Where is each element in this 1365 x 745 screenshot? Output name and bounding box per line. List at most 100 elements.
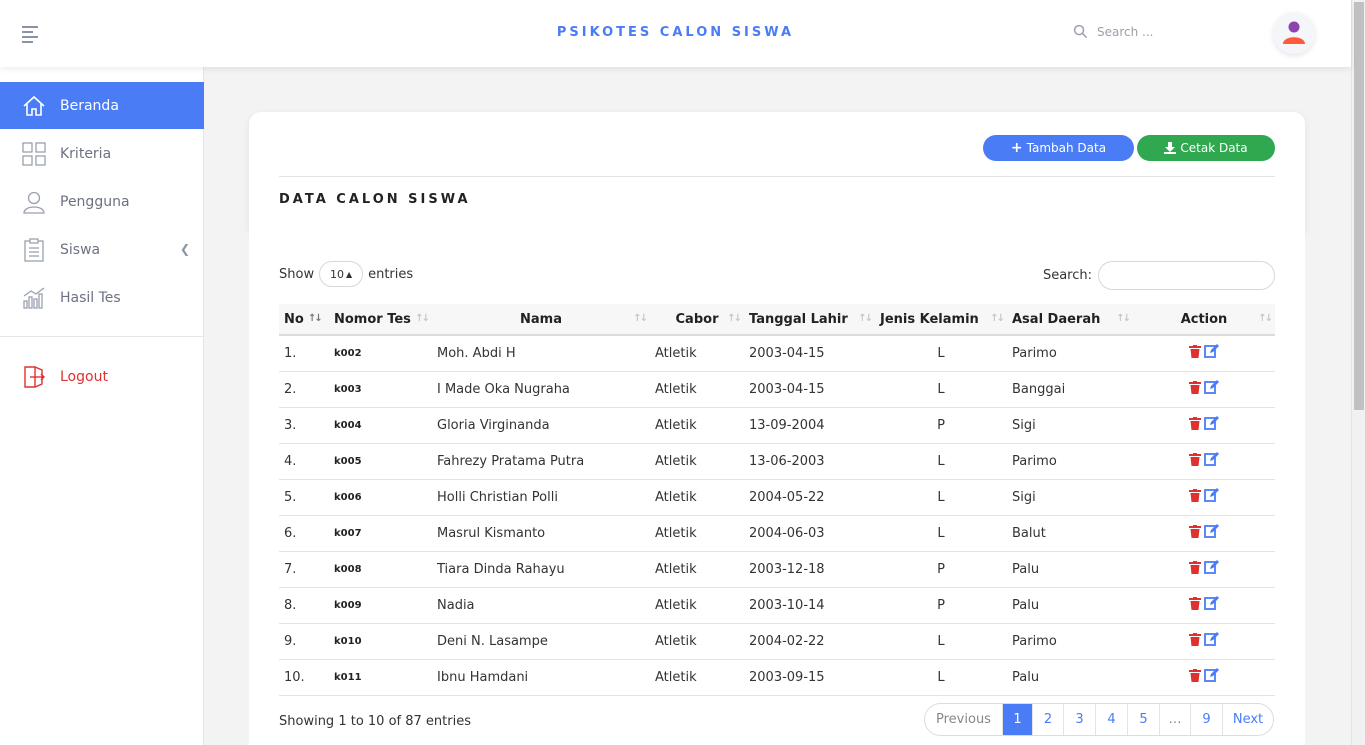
pagination-previous[interactable]: Previous xyxy=(925,704,1003,735)
column-label: Asal Daerah xyxy=(1012,311,1101,327)
cell-nama: Gloria Virginanda xyxy=(437,417,550,433)
delete-icon[interactable] xyxy=(1189,632,1201,650)
sidebar-item-logout[interactable]: Logout xyxy=(0,353,204,400)
cell-no: 2. xyxy=(284,381,297,397)
sidebar-item-label: Siswa xyxy=(60,241,101,258)
sidebar-item-siswa[interactable]: Siswa ❮ xyxy=(0,226,204,273)
cell-tanggal-lahir: 2003-04-15 xyxy=(749,345,825,361)
delete-icon[interactable] xyxy=(1189,416,1201,434)
column-header-nama[interactable]: Nama ↑↓ xyxy=(432,304,650,336)
delete-icon[interactable] xyxy=(1189,344,1201,362)
cell-nomor-tes: k004 xyxy=(334,419,362,431)
cell-asal-daerah: Parimo xyxy=(1012,633,1057,649)
delete-icon[interactable] xyxy=(1189,488,1201,506)
cell-tanggal-lahir: 2003-09-15 xyxy=(749,669,825,685)
table-search-input[interactable] xyxy=(1098,261,1275,290)
chevron-left-icon[interactable]: ❮ xyxy=(180,242,190,256)
cell-no: 1. xyxy=(284,345,297,361)
cell-asal-daerah: Balut xyxy=(1012,525,1046,541)
cell-action xyxy=(1133,623,1275,659)
sort-icon: ↑↓ xyxy=(1258,313,1273,324)
edit-icon[interactable] xyxy=(1204,668,1219,686)
pagination-page[interactable]: 5 xyxy=(1128,704,1160,735)
table-row: 2. k003 I Made Oka Nugraha Atletik 2003-04-1… xyxy=(279,371,1275,407)
column-header-cabor[interactable]: Cabor ↑↓ xyxy=(650,304,744,336)
column-header-jenis-kelamin[interactable]: Jenis Kelamin ↑↓ xyxy=(875,304,1007,336)
edit-icon[interactable] xyxy=(1204,344,1219,362)
cell-tanggal-lahir: 13-06-2003 xyxy=(749,453,825,469)
cell-nama: Masrul Kismanto xyxy=(437,525,546,541)
cell-asal-daerah: Sigi xyxy=(1012,489,1036,505)
data-table: No ↑↓ Nomor Tes ↑↓ Nama ↑↓ Cabor ↑↓ Tanggal … xyxy=(279,304,1275,696)
sort-icon: ↑↓ xyxy=(633,313,648,324)
table-info: Showing 1 to 10 of 87 entries xyxy=(279,714,471,729)
edit-icon[interactable] xyxy=(1204,596,1219,614)
sidebar-item-beranda[interactable]: Beranda xyxy=(0,82,204,129)
sort-icon: ↑↓ xyxy=(1116,313,1131,324)
entries-label: entries xyxy=(368,266,414,282)
edit-icon[interactable] xyxy=(1204,488,1219,506)
edit-icon[interactable] xyxy=(1204,560,1219,578)
cell-nomor-tes: k006 xyxy=(334,491,362,503)
cell-nama: I Made Oka Nugraha xyxy=(437,381,570,397)
edit-icon[interactable] xyxy=(1204,524,1219,542)
page-length-select[interactable]: 10 ▲ xyxy=(319,261,364,287)
cell-nomor-tes: k007 xyxy=(334,527,362,539)
cell-asal-daerah: Sigi xyxy=(1012,417,1036,433)
column-header-asal-daerah[interactable]: Asal Daerah ↑↓ xyxy=(1007,304,1133,336)
cell-no: 8. xyxy=(284,597,297,613)
sidebar-item-hasil-tes[interactable]: Hasil Tes xyxy=(0,274,204,321)
cell-tanggal-lahir: 2004-05-22 xyxy=(749,489,825,505)
logout-icon xyxy=(22,365,46,389)
delete-icon[interactable] xyxy=(1189,380,1201,398)
delete-icon[interactable] xyxy=(1189,668,1201,686)
column-header-action[interactable]: Action ↑↓ xyxy=(1133,304,1275,336)
pagination-page[interactable]: 9 xyxy=(1191,704,1223,735)
table-row: 10. k011 Ibnu Hamdani Atletik 2003-09-15 L Pal… xyxy=(279,659,1275,695)
column-label: Nama xyxy=(520,311,562,327)
cell-asal-daerah: Palu xyxy=(1012,669,1040,685)
user-avatar-icon xyxy=(1283,21,1305,44)
card-body: Show 10 ▲ entries Search: No ↑↓ Nomor Tes… xyxy=(249,231,1305,745)
cell-nomor-tes: k003 xyxy=(334,383,362,395)
table-row: 4. k005 Fahrezy Pratama Putra Atletik 13-06-… xyxy=(279,443,1275,479)
avatar[interactable] xyxy=(1273,12,1315,54)
search-input[interactable]: Search ... xyxy=(1097,25,1153,39)
divider xyxy=(279,176,1275,177)
cell-action xyxy=(1133,371,1275,407)
cell-cabor: Atletik xyxy=(655,453,697,469)
delete-icon[interactable] xyxy=(1189,524,1201,542)
edit-icon[interactable] xyxy=(1204,416,1219,434)
column-header-nomor-tes[interactable]: Nomor Tes ↑↓ xyxy=(329,304,432,336)
sidebar-item-pengguna[interactable]: Pengguna xyxy=(0,178,204,225)
pagination-page[interactable]: 2 xyxy=(1033,704,1064,735)
table-header-row: No ↑↓ Nomor Tes ↑↓ Nama ↑↓ Cabor ↑↓ Tanggal … xyxy=(279,304,1275,336)
print-data-button[interactable]: Cetak Data xyxy=(1137,135,1275,161)
edit-icon[interactable] xyxy=(1204,452,1219,470)
delete-icon[interactable] xyxy=(1189,596,1201,614)
scrollbar-thumb[interactable] xyxy=(1354,2,1364,410)
column-label: Action xyxy=(1180,311,1228,327)
cell-jenis-kelamin: L xyxy=(937,453,945,469)
delete-icon[interactable] xyxy=(1189,560,1201,578)
user-icon xyxy=(22,190,46,214)
add-data-button[interactable]: + Tambah Data xyxy=(983,135,1134,161)
column-header-no[interactable]: No ↑↓ xyxy=(279,304,329,336)
pagination-page[interactable]: 1 xyxy=(1003,704,1033,735)
table-row: 3. k004 Gloria Virginanda Atletik 13-09-2004… xyxy=(279,407,1275,443)
edit-icon[interactable] xyxy=(1204,380,1219,398)
header-search[interactable]: Search ... xyxy=(1073,24,1153,39)
cell-action xyxy=(1133,407,1275,443)
pagination-page[interactable]: 3 xyxy=(1064,704,1096,735)
pagination-page[interactable]: 4 xyxy=(1096,704,1128,735)
edit-icon[interactable] xyxy=(1204,632,1219,650)
column-header-tanggal-lahir[interactable]: Tanggal Lahir ↑↓ xyxy=(744,304,875,336)
page-scrollbar[interactable] xyxy=(1351,0,1365,745)
pagination-next[interactable]: Next xyxy=(1223,704,1273,735)
cell-jenis-kelamin: L xyxy=(937,381,945,397)
cell-no: 7. xyxy=(284,561,297,577)
delete-icon[interactable] xyxy=(1189,452,1201,470)
cell-cabor: Atletik xyxy=(655,381,697,397)
sidebar-item-kriteria[interactable]: Kriteria xyxy=(0,130,204,177)
cell-action xyxy=(1133,515,1275,551)
